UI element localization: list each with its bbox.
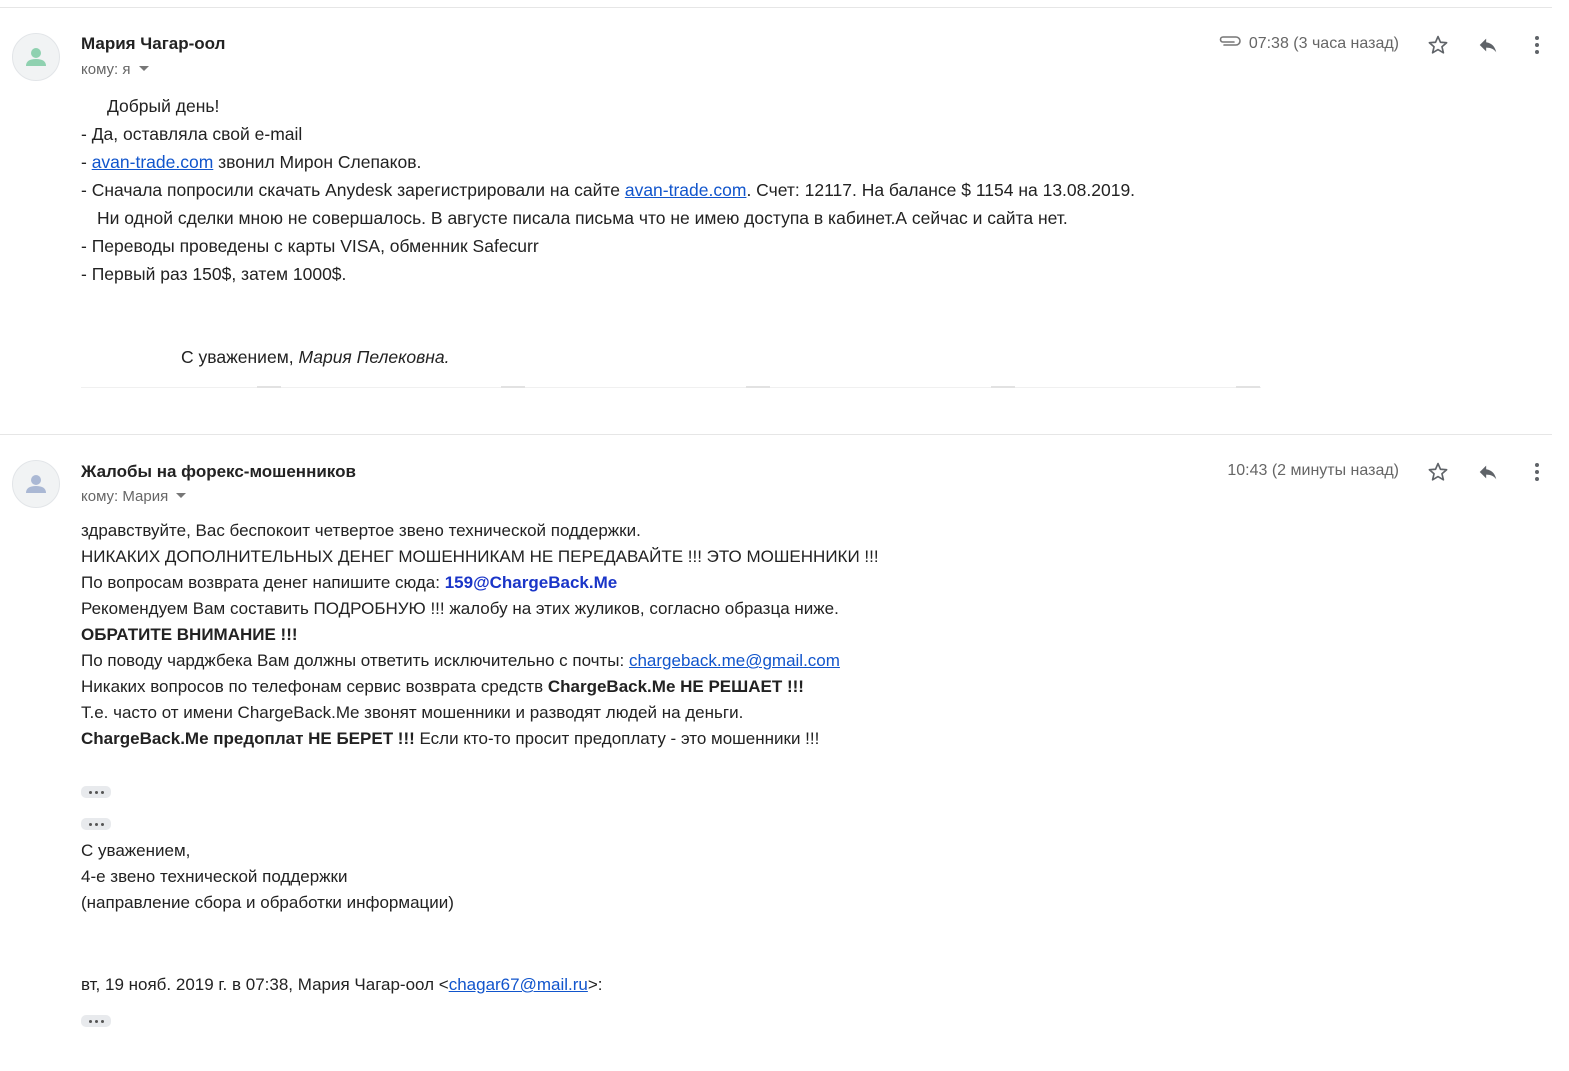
message-meta: 10:43 (2 минуты назад) [1227,462,1399,480]
body-line: - Первый раз 150$, затем 1000$. [81,264,347,284]
recipient-dropdown[interactable]: кому: я [81,61,149,78]
star-icon[interactable] [1424,31,1452,59]
body-line: Т.е. часто от имени ChargeBack.Me звонят… [81,703,744,722]
message-body: Добрый день! - Да, оставляла свой e-mail… [81,92,1135,288]
body-line: По поводу чарджбека Вам должны ответить … [81,648,879,674]
text: . Счет: 12117. На балансе $ 1154 на 13.0… [746,180,1136,200]
more-vert-icon[interactable] [1523,31,1551,59]
reply-icon[interactable] [1474,458,1502,486]
show-trimmed-content-button[interactable] [81,786,111,798]
signature-line: (направление сбора и обработки информаци… [81,893,454,912]
body-line: здравствуйте, Вас беспокоит четвертое зв… [81,521,641,540]
body-line: Никаких вопросов по телефонам сервис воз… [81,674,879,700]
signature: С уважением, Мария Пелековна. [181,343,449,371]
body-line: По вопросам возврата денег напишите сюда… [81,570,879,596]
bold-text: ChargeBack.Me предоплат НЕ БЕРЕТ !!! [81,729,415,748]
site-link[interactable]: avan-trade.com [625,180,747,200]
text: По поводу чарджбека Вам должны ответить … [81,651,629,670]
show-trimmed-content-button[interactable] [81,1015,111,1027]
sender-avatar[interactable] [12,460,60,508]
bold-text: ChargeBack.Me НЕ РЕШАЕТ !!! [547,677,804,696]
greeting-line: Добрый день! [107,96,220,116]
recipient-label: кому: Мария [81,488,169,505]
recipient-label: кому: я [81,61,131,78]
message-body: здравствуйте, Вас беспокоит четвертое зв… [81,518,879,752]
text: По вопросам возврата денег напишите сюда… [81,573,445,592]
more-vert-icon[interactable] [1523,458,1551,486]
text: - Сначала попросили скачать Anydesk заре… [81,180,625,200]
text: звонил Мирон Слепаков. [213,152,422,172]
signature-line: С уважением, [81,841,191,860]
person-icon [26,48,46,66]
body-line: ОБРАТИТЕ ВНИМАНИЕ !!! [81,625,298,644]
signature-name: Мария Пелековна. [298,347,450,367]
attachment-icon [1217,34,1241,53]
star-icon[interactable] [1424,458,1452,486]
body-line: Ни одной сделки мною не совершалось. В а… [97,208,1068,228]
text: Если кто-то просит предоплату - это моше… [414,729,820,748]
contact-email: 159@ChargeBack.Me [444,573,618,592]
sender-name[interactable]: Жалобы на форекс-мошенников [81,462,356,482]
signature-divider [81,385,1261,389]
site-link[interactable]: avan-trade.com [92,152,214,172]
body-line: - avan-trade.com звонил Мирон Слепаков. [81,148,1135,176]
body-line: НИКАКИХ ДОПОЛНИТЕЛЬНЫХ ДЕНЕГ МОШЕННИКАМ … [81,547,879,566]
reply-icon[interactable] [1474,31,1502,59]
chevron-down-icon [138,65,149,71]
message-time: 07:38 (3 часа назад) [1248,34,1399,52]
quoted-header: вт, 19 нояб. 2019 г. в 07:38, Мария Чага… [81,972,603,998]
recipient-dropdown[interactable]: кому: Мария [81,488,187,505]
top-divider [0,7,1552,8]
show-trimmed-content-button[interactable] [81,818,111,830]
body-line: Рекомендуем Вам составить ПОДРОБНУЮ !!! … [81,599,839,618]
sender-avatar[interactable] [12,33,60,81]
person-icon [26,475,46,493]
text: - [81,152,92,172]
text: вт, 19 нояб. 2019 г. в 07:38, Мария Чага… [81,975,449,994]
signature-text: С уважением, [181,347,299,367]
text: >: [587,975,603,994]
body-line: - Сначала попросили скачать Anydesk заре… [81,176,1135,204]
body-line: - Да, оставляла свой e-mail [81,124,303,144]
chevron-down-icon [176,492,187,498]
email-link[interactable]: chargeback.me@gmail.com [629,651,840,670]
signature-line: 4-е звено технической поддержки [81,867,348,886]
message-time: 10:43 (2 минуты назад) [1227,462,1399,479]
body-line: - Переводы проведены с карты VISA, обмен… [81,236,539,256]
body-line: ChargeBack.Me предоплат НЕ БЕРЕТ !!! Есл… [81,726,879,752]
sender-name[interactable]: Мария Чагар-оол [81,34,225,54]
message-meta: 07:38 (3 часа назад) [1217,34,1399,53]
text: Никаких вопросов по телефонам сервис воз… [81,677,548,696]
email-link[interactable]: chagar67@mail.ru [449,975,588,994]
signature: С уважением, 4-е звено технической подде… [81,838,454,916]
message-divider [0,434,1552,435]
